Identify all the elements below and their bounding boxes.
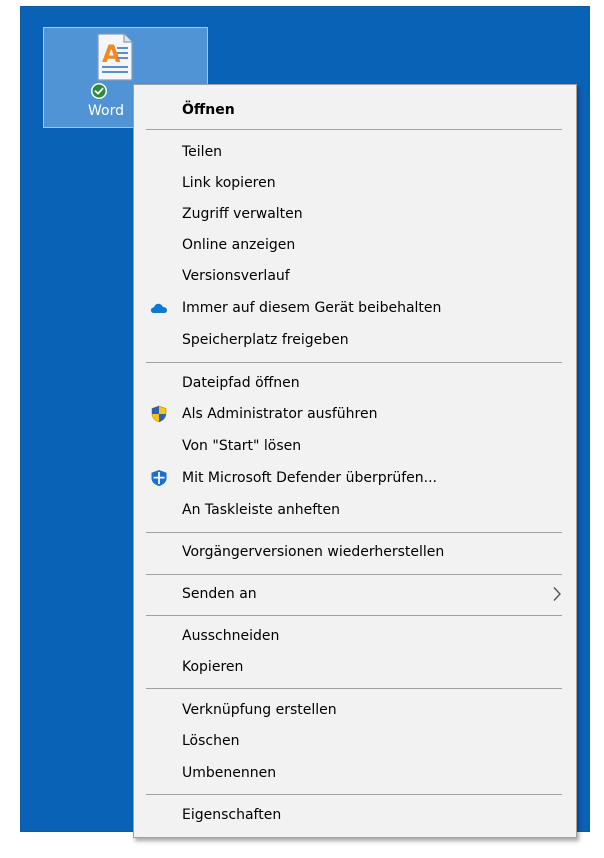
menu-item-create-shortcut[interactable]: Verknüpfung erstellen <box>134 695 576 725</box>
menu-item-label: Kopieren <box>182 659 244 675</box>
menu-item-open-file-location[interactable]: Dateipfad öffnen <box>134 368 576 398</box>
menu-item-free-up-space[interactable]: Speicherplatz freigeben <box>134 325 576 355</box>
menu-item-rename[interactable]: Umbenennen <box>134 758 576 788</box>
menu-item-label: Ausschneiden <box>182 628 280 644</box>
menu-item-label: Als Administrator ausführen <box>182 406 378 422</box>
menu-separator <box>146 574 562 575</box>
menu-item-pin-to-taskbar[interactable]: An Taskleiste anheften <box>134 495 576 525</box>
menu-item-label: Mit Microsoft Defender überprüfen... <box>182 470 437 486</box>
menu-item-label: Dateipfad öffnen <box>182 375 300 391</box>
menu-item-open[interactable]: Öffnen <box>134 95 576 125</box>
menu-item-always-keep-on-device[interactable]: Immer auf diesem Gerät beibehalten <box>134 293 576 323</box>
menu-item-label: Senden an <box>182 586 257 602</box>
menu-item-copy[interactable]: Kopieren <box>134 652 576 682</box>
defender-icon <box>151 470 167 486</box>
menu-item-label: Umbenennen <box>182 765 277 781</box>
menu-item-delete[interactable]: Löschen <box>134 726 576 756</box>
menu-item-unpin-from-start[interactable]: Von "Start" lösen <box>134 431 576 461</box>
menu-item-properties[interactable]: Eigenschaften <box>134 800 576 830</box>
menu-item-version-history[interactable]: Versionsverlauf <box>134 261 576 291</box>
menu-item-manage-access[interactable]: Zugriff verwalten <box>134 199 576 229</box>
menu-item-label: Verknüpfung erstellen <box>182 702 337 718</box>
menu-separator <box>146 362 562 363</box>
wordpad-document-icon: A <box>97 33 133 81</box>
chevron-right-icon <box>553 587 561 601</box>
menu-separator <box>146 794 562 795</box>
menu-item-label: An Taskleiste anheften <box>182 502 340 518</box>
menu-item-label: Vorgängerversionen wiederherstellen <box>182 544 445 560</box>
menu-item-share[interactable]: Teilen <box>134 137 576 167</box>
menu-item-label: Öffnen <box>182 102 235 118</box>
menu-item-run-as-administrator[interactable]: Als Administrator ausführen <box>134 399 576 429</box>
sync-status-check-icon <box>91 83 107 99</box>
menu-item-view-online[interactable]: Online anzeigen <box>134 230 576 260</box>
menu-separator <box>146 615 562 616</box>
menu-item-cut[interactable]: Ausschneiden <box>134 621 576 651</box>
uac-shield-icon <box>151 405 167 423</box>
desktop-icon-label: Word <box>88 103 124 119</box>
menu-item-send-to[interactable]: Senden an <box>134 579 576 609</box>
menu-item-label: Zugriff verwalten <box>182 206 303 222</box>
context-menu: Öffnen Teilen Link kopieren Zugriff verw… <box>133 84 577 838</box>
menu-item-label: Versionsverlauf <box>182 268 290 284</box>
onedrive-cloud-icon <box>150 303 168 313</box>
menu-separator <box>146 129 562 130</box>
menu-item-label: Von "Start" lösen <box>182 438 302 454</box>
menu-item-label: Speicherplatz freigeben <box>182 332 349 348</box>
menu-separator <box>146 532 562 533</box>
menu-item-label: Löschen <box>182 733 240 749</box>
menu-item-copy-link[interactable]: Link kopieren <box>134 168 576 198</box>
menu-item-label: Teilen <box>182 144 223 160</box>
menu-item-label: Link kopieren <box>182 175 276 191</box>
menu-item-label: Eigenschaften <box>182 807 282 823</box>
menu-item-label: Immer auf diesem Gerät beibehalten <box>182 300 442 316</box>
menu-item-scan-with-defender[interactable]: Mit Microsoft Defender überprüfen... <box>134 463 576 493</box>
menu-item-restore-previous-versions[interactable]: Vorgängerversionen wiederherstellen <box>134 537 576 567</box>
menu-separator <box>146 688 562 689</box>
menu-item-label: Online anzeigen <box>182 237 296 253</box>
